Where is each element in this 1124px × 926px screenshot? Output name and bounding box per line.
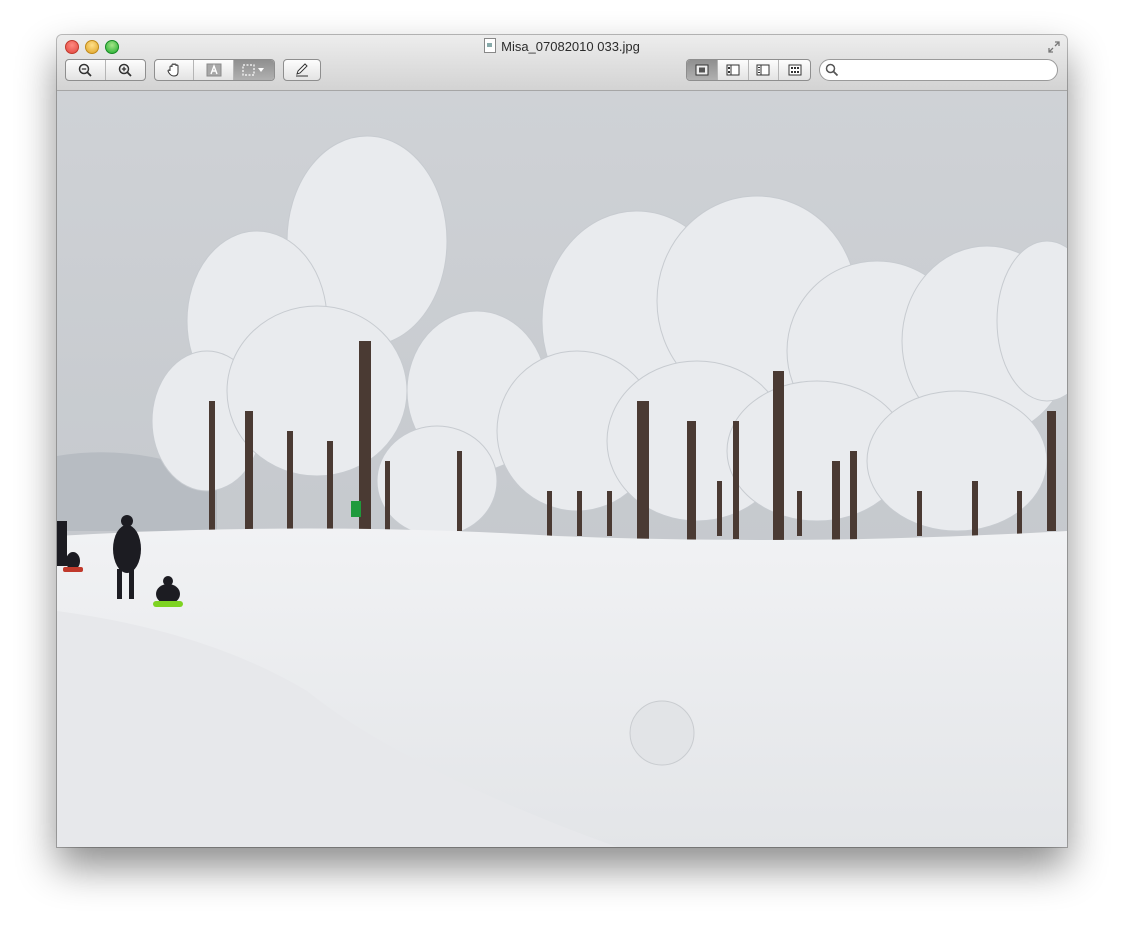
title-bar[interactable]: Misa_07082010 033.jpg (57, 35, 1067, 91)
hand-icon (167, 63, 179, 77)
document-proxy-icon[interactable] (484, 38, 497, 53)
text-select-icon (206, 63, 222, 77)
zoom-out-button[interactable] (66, 60, 106, 80)
window-title: Misa_07082010 033.jpg (57, 38, 1067, 54)
annotate-button[interactable] (284, 60, 320, 80)
zoom-in-button[interactable] (106, 60, 146, 80)
text-select-button[interactable] (194, 60, 234, 80)
view-thumbnails-button[interactable] (718, 60, 749, 80)
view-content-only-button[interactable] (687, 60, 718, 80)
view-toc-button[interactable] (749, 60, 780, 80)
search-field[interactable] (819, 59, 1058, 81)
pencil-icon (296, 63, 308, 77)
rect-select-icon (242, 64, 264, 76)
content-only-icon (695, 64, 709, 76)
snow-forest-photo (57, 91, 1067, 847)
search-input[interactable] (842, 62, 1051, 80)
annotate-button-group (283, 59, 321, 81)
window-title-text: Misa_07082010 033.jpg (501, 39, 640, 54)
rect-select-button[interactable] (233, 60, 274, 80)
move-tool-button[interactable] (155, 60, 195, 80)
table-of-contents-icon (756, 64, 770, 76)
search-icon (825, 63, 839, 77)
zoom-button-group (65, 59, 146, 81)
view-mode-group (686, 59, 811, 81)
view-contact-sheet-button[interactable] (779, 60, 810, 80)
contact-sheet-icon (788, 64, 802, 76)
tools-button-group (154, 59, 275, 81)
image-view[interactable] (57, 91, 1067, 847)
thumbnails-icon (726, 64, 740, 76)
zoom-in-icon (119, 63, 132, 77)
preview-window: Misa_07082010 033.jpg (57, 35, 1067, 847)
zoom-out-icon (79, 63, 92, 77)
fullscreen-icon[interactable] (1047, 40, 1061, 54)
